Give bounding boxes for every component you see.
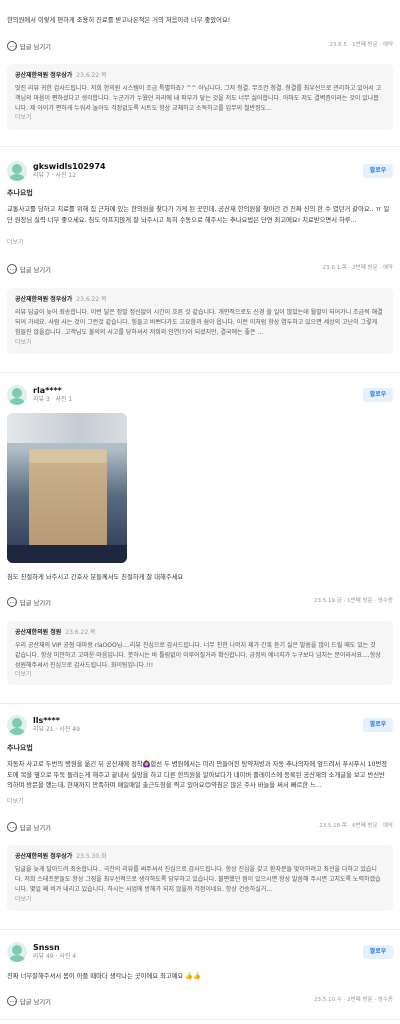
reply-more-link[interactable]: 더보기 [15, 114, 32, 123]
visit-date: 23.5.10.수 · 2번째 방문 · 영수증 [314, 997, 393, 1003]
reply-author: 공산재한의원 정우상가 23.6.22.목 [15, 296, 107, 303]
visit-date: 23.6.1.목 · 3번째 방문 · 예약 [322, 265, 393, 271]
review-header: Snssn 리뷰 49 · 사진 4 팔로우 [7, 942, 393, 964]
follow-button[interactable]: 팔로우 [363, 718, 393, 732]
reply-more-link[interactable]: 더보기 [15, 339, 32, 348]
reply-text: 리뷰 답글이 늦어 죄송합니다. 이번 달은 정말 정신없이 시간이 흐른 것 … [15, 309, 383, 336]
more-link[interactable]: 더보기 [7, 798, 24, 807]
reply-button[interactable]: 답글 남기기 [7, 41, 51, 53]
reply-more-link[interactable]: 더보기 [15, 671, 32, 680]
photo-floor [7, 545, 127, 563]
avatar[interactable] [7, 942, 27, 962]
review-actions: 답글 남기기 23.6.1.목 · 3번째 방문 · 예약 [7, 264, 393, 276]
treatment-tag: 추나요법 [7, 744, 33, 752]
paper-bag [29, 451, 107, 549]
reply-button[interactable]: 답글 남기기 [7, 996, 51, 1008]
paper-bag-fold [29, 449, 107, 463]
reviewer-name[interactable]: rla**** [33, 385, 62, 397]
owner-reply: 공산재한의원 정우상가 23.6.22.목 리뷰 답글이 늦어 죄송합니다. 이번… [7, 288, 393, 354]
more-link[interactable]: 더보기 [7, 239, 24, 248]
reply-author: 공산재한의원 정원 23.6.22.목 [15, 629, 96, 636]
reply-button[interactable]: 답글 남기기 [7, 597, 51, 609]
reply-text: 답글을 늦게 달아드려 죄송합니다.. 극찬의 리뷰를 써주셔서 진심으로 감사… [15, 866, 381, 893]
review-header: rla**** 리뷰 3 · 사진 1 팔로우 [7, 385, 393, 407]
divider [0, 372, 400, 373]
reply-text: 우리 공산재의 VIP 공점 대마왕 rlaOOO님....리뷰 진심으로 감사… [15, 642, 381, 669]
reviewer-name[interactable]: Snssn [33, 942, 60, 954]
visit-date: 23.5.19.금 · 1번째 방문 · 영수증 [314, 598, 393, 604]
follow-button[interactable]: 팔로우 [363, 164, 393, 178]
follow-button[interactable]: 팔로우 [363, 388, 393, 402]
review-actions: 답글 남기기 23.6.5 · 1번째 방문 · 예약 [7, 41, 393, 53]
avatar[interactable] [7, 161, 27, 181]
photo-background [7, 413, 127, 443]
reply-author: 공산재한의원 정우상가 23.6.22.목 [15, 72, 107, 79]
visit-date: 23.6.5 · 1번째 방문 · 예약 [329, 42, 393, 48]
reply-text: 멋진 리뷰 귀한 감사드립니다. 저희 한의원 시스템이 조금 특별하죠? ^^… [15, 85, 382, 112]
review-text: 자동차 사고로 두번의 병원을 옮긴 뒤 공산재에 정착🙆‍♀️합선 두 병원에… [7, 761, 388, 789]
visit-date: 23.5.18.목 · 6번째 방문 · 예약 [319, 823, 393, 829]
reply-date: 23.6.22.목 [65, 629, 96, 636]
reviewer-stats: 리뷰 7 · 사진 12 [33, 172, 77, 179]
divider [0, 703, 400, 704]
owner-reply: 공산재한의원 정원 23.6.22.목 우리 공산재의 VIP 공점 대마왕 rl… [7, 621, 393, 685]
review-actions: 답글 남기기 23.5.10.수 · 2번째 방문 · 영수증 [7, 996, 393, 1008]
review-photo[interactable] [7, 413, 127, 563]
reviewer-stats: 리뷰 3 · 사진 1 [33, 396, 73, 403]
review-actions: 답글 남기기 23.5.19.금 · 1번째 방문 · 영수증 [7, 597, 393, 609]
comment-icon [7, 996, 17, 1006]
avatar[interactable] [7, 385, 27, 405]
review-text: 침도 친절하게 놔주시고 간호사 분들께서도 친절하게 잘 대해주세요 [7, 574, 184, 581]
reply-date: 23.6.22.목 [76, 296, 107, 303]
review-actions: 답글 남기기 23.5.18.목 · 6번째 방문 · 예약 [7, 822, 393, 834]
reply-button[interactable]: 답글 남기기 [7, 264, 51, 276]
reviewer-stats: 리뷰 21 · 사진 49 [33, 726, 80, 733]
review-card: 한의원에서 이렇게 편하게 조용히 진료를 받고나온적은 거의 처음이라 너무 … [0, 0, 400, 130]
reviewer-stats: 리뷰 49 · 사진 4 [33, 953, 77, 960]
reply-date: 23.6.22.목 [76, 72, 107, 79]
reviewer-name[interactable]: lls**** [33, 715, 60, 727]
comment-icon [7, 264, 17, 274]
review-text: 한의원에서 이렇게 편하게 조용히 진료를 받고나온적은 거의 처음이라 너무 … [7, 17, 231, 24]
reviewer-name[interactable]: gkswidls102974 [33, 161, 106, 173]
reply-button[interactable]: 답글 남기기 [7, 822, 51, 834]
follow-button[interactable]: 팔로우 [363, 945, 393, 959]
review-text: 진짜 너무잘해주셔서 몸이 아플 때마다 생각나는 곳이에요 최고예요 👍👍 [7, 973, 201, 980]
owner-reply: 공산재한의원 정우상가 23.6.22.목 멋진 리뷰 귀한 감사드립니다. 저희… [7, 64, 393, 130]
reply-author: 공산재한의원 정우상가 23.5.30.화 [15, 853, 107, 860]
comment-icon [7, 41, 17, 51]
review-text: 교통사고를 당하고 치료를 위해 집 근처에 있는 한의원을 찾다가 가게 된 … [7, 206, 390, 224]
treatment-tag: 추나요법 [7, 189, 33, 197]
divider [0, 1019, 400, 1020]
avatar[interactable] [7, 715, 27, 735]
review-header: gkswidls102974 리뷰 7 · 사진 12 팔로우 [7, 161, 393, 183]
divider [0, 929, 400, 930]
divider [0, 146, 400, 147]
review-header: lls**** 리뷰 21 · 사진 49 팔로우 [7, 715, 393, 737]
comment-icon [7, 822, 17, 832]
owner-reply: 공산재한의원 정우상가 23.5.30.화 답글을 늦게 달아드려 죄송합니다..… [7, 845, 393, 911]
reply-more-link[interactable]: 더보기 [15, 896, 32, 905]
reply-date: 23.5.30.화 [76, 853, 107, 860]
comment-icon [7, 597, 17, 607]
